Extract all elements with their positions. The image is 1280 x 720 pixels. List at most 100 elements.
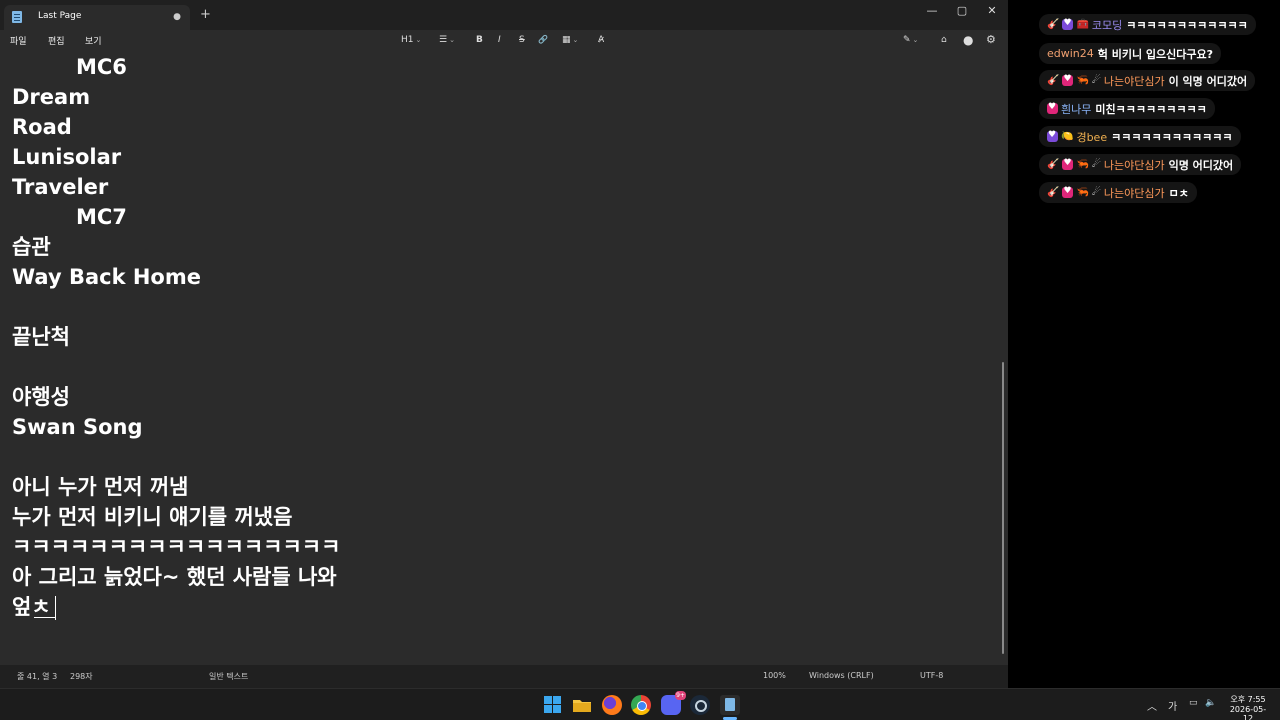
subscriber-heart-icon — [1062, 186, 1074, 198]
shrimp-badge-icon: 🦐 — [1076, 159, 1089, 170]
chat-message: 🎸 🦐 ☄ 나는야단심가 ㅁㅊ — [1039, 182, 1197, 203]
chat-message: 🎸 🧰 코모딩 ㅋㅋㅋㅋㅋㅋㅋㅋㅋㅋㅋㅋ — [1039, 14, 1256, 35]
chat-message: 🍋 경bee ㅋㅋㅋㅋㅋㅋㅋㅋㅋㅋㅋㅋ — [1039, 126, 1241, 147]
notepad-taskbar-icon[interactable] — [720, 695, 740, 715]
spellcheck-icon[interactable]: A̷ — [598, 33, 604, 47]
chat-message: edwin24 헉 비키니 입으신다구요? — [1039, 43, 1222, 64]
subscriber-heart-icon — [1062, 18, 1074, 30]
character-count: 298자 — [70, 672, 93, 681]
copilot-dropdown[interactable]: ✎ ⌄ — [903, 33, 918, 47]
comet-badge-icon: ☄ — [1091, 159, 1101, 170]
editor-line: Lunisolar — [12, 145, 122, 169]
chat-text: 미친ㅋㅋㅋㅋㅋㅋㅋㅋㅋ — [1095, 102, 1207, 116]
guitar-badge-icon: 🎸 — [1047, 159, 1060, 170]
chat-nickname[interactable]: 코모딩 — [1092, 17, 1122, 33]
editor-line: Traveler — [12, 175, 109, 199]
editor-line: 야행성 — [12, 385, 70, 409]
subscriber-heart-icon — [1062, 158, 1074, 170]
strikethrough-button[interactable]: S — [519, 33, 525, 47]
chat-nickname[interactable]: 경bee — [1076, 129, 1107, 145]
chat-text: ㅋㅋㅋㅋㅋㅋㅋㅋㅋㅋㅋㅋ — [1111, 130, 1233, 144]
ime-composition-underline — [34, 617, 56, 618]
title-bar: Last Page ● + — ▢ ✕ — [0, 0, 1008, 30]
zoom-level[interactable]: 100% — [763, 671, 786, 680]
network-icon[interactable]: ▭ — [1189, 698, 1198, 708]
heading-dropdown[interactable]: H1 ⌄ — [401, 33, 421, 47]
chat-message: 🎸 🦐 ☄ 나는야단심가 이 익명 어디갔어 — [1039, 70, 1256, 91]
list-dropdown[interactable]: ☰ ⌄ — [439, 33, 455, 47]
windows-logo-icon — [544, 705, 552, 713]
chrome-icon[interactable] — [631, 695, 651, 715]
list-icon: ☰ — [439, 35, 448, 45]
account-icon[interactable]: ● — [963, 33, 973, 47]
editor-line: 누가 먼저 비키니 얘기를 꺼냈음 — [12, 505, 293, 529]
copilot-icon: ✎ — [903, 35, 911, 45]
clock-date[interactable]: 2026-05-12 — [1226, 705, 1270, 720]
editor-line: ㅋㅋㅋㅋㅋㅋㅋㅋㅋㅋㅋㅋㅋㅋㅋㅋㅋ — [12, 535, 341, 559]
chat-nickname[interactable]: edwin24 — [1047, 47, 1094, 60]
box-badge-icon: 🧰 — [1076, 19, 1089, 30]
menu-bar: 파일 편집 보기 H1 ⌄ ☰ ⌄ B I S 🔗 ▦ ⌄ A̷ ✎ ⌄ ⌂ ● ⚙ — [0, 30, 1008, 50]
shrimp-badge-icon: 🦐 — [1076, 75, 1089, 86]
start-button[interactable] — [543, 695, 563, 715]
subscriber-heart-icon — [1047, 102, 1058, 114]
text-format[interactable]: 일반 텍스트 — [209, 671, 248, 682]
text-caret — [55, 596, 56, 620]
subscriber-heart-icon — [1062, 74, 1074, 86]
menu-file[interactable]: 파일 — [10, 34, 27, 47]
scrollbar-thumb[interactable] — [1002, 362, 1004, 654]
chat-nickname[interactable]: 나는야단심가 — [1104, 73, 1165, 89]
italic-button[interactable]: I — [498, 33, 501, 47]
lemon-badge-icon: 🍋 — [1061, 131, 1074, 142]
editor-text-area[interactable]: MC6 Dream Road Lunisolar Traveler MC7 습관… — [0, 50, 1000, 665]
volume-icon[interactable]: 🔈 — [1205, 698, 1216, 708]
cursor-position: 줄 41, 열 3 — [17, 672, 58, 681]
discord-icon[interactable]: 9+ — [661, 691, 686, 715]
table-icon: ▦ — [562, 35, 571, 45]
tab-last-page[interactable]: Last Page ● — [4, 5, 190, 30]
feedback-icon[interactable]: ⌂ — [941, 33, 947, 47]
windows-taskbar: 9+ ︿ 가 ▭ 🔈 오후 7:55 2026-05-12 — [0, 688, 1280, 720]
chat-nickname[interactable]: 흰나무 — [1061, 101, 1091, 117]
notepad-window: Last Page ● + — ▢ ✕ 파일 편집 보기 H1 ⌄ ☰ ⌄ B I … — [0, 0, 1008, 688]
new-tab-button[interactable]: + — [200, 8, 211, 22]
shrimp-badge-icon: 🦐 — [1076, 187, 1089, 198]
chat-text: ㅁㅊ — [1168, 186, 1189, 200]
editor-line: 아니 누가 먼저 꺼냄 — [12, 475, 189, 499]
windows-logo-icon — [553, 696, 561, 704]
editor-line: Road — [12, 115, 72, 139]
unsaved-indicator-icon[interactable]: ● — [173, 12, 181, 22]
menu-view[interactable]: 보기 — [85, 34, 102, 47]
tray-overflow-chevron-icon[interactable]: ︿ — [1147, 698, 1157, 713]
editor-line: MC6 — [76, 55, 127, 79]
subscriber-heart-icon — [1047, 130, 1058, 142]
file-explorer-icon[interactable] — [572, 695, 592, 715]
steam-icon[interactable] — [690, 695, 710, 715]
firefox-icon[interactable] — [602, 695, 622, 715]
chevron-down-icon: ⌄ — [912, 36, 919, 44]
clock-time[interactable]: 오후 7:55 — [1226, 694, 1270, 705]
encoding[interactable]: UTF-8 — [920, 671, 943, 680]
link-icon[interactable]: 🔗 — [538, 33, 548, 47]
editor-line: Swan Song — [12, 415, 143, 439]
status-bar: 줄 41, 열 3 298자 일반 텍스트 100% Windows (CRLF… — [0, 665, 1008, 688]
line-ending[interactable]: Windows (CRLF) — [809, 671, 874, 680]
notepad-icon — [12, 11, 22, 23]
menu-edit[interactable]: 편집 — [48, 34, 65, 47]
chat-nickname[interactable]: 나는야단심가 — [1104, 157, 1165, 173]
chat-nickname[interactable]: 나는야단심가 — [1104, 185, 1165, 201]
editor-line: Dream — [12, 85, 91, 109]
chevron-down-icon: ⌄ — [572, 36, 579, 44]
discord-notification-badge: 9+ — [675, 691, 686, 700]
windows-logo-icon — [553, 705, 561, 713]
guitar-badge-icon: 🎸 — [1047, 19, 1060, 30]
bold-button[interactable]: B — [476, 33, 483, 47]
guitar-badge-icon: 🎸 — [1047, 75, 1060, 86]
settings-gear-icon[interactable]: ⚙ — [986, 33, 996, 47]
minimize-button[interactable]: — — [917, 2, 947, 20]
table-dropdown[interactable]: ▦ ⌄ — [562, 33, 578, 47]
comet-badge-icon: ☄ — [1091, 187, 1101, 198]
ime-indicator[interactable]: 가 — [1168, 698, 1177, 713]
close-button[interactable]: ✕ — [977, 2, 1007, 20]
maximize-button[interactable]: ▢ — [947, 2, 977, 20]
